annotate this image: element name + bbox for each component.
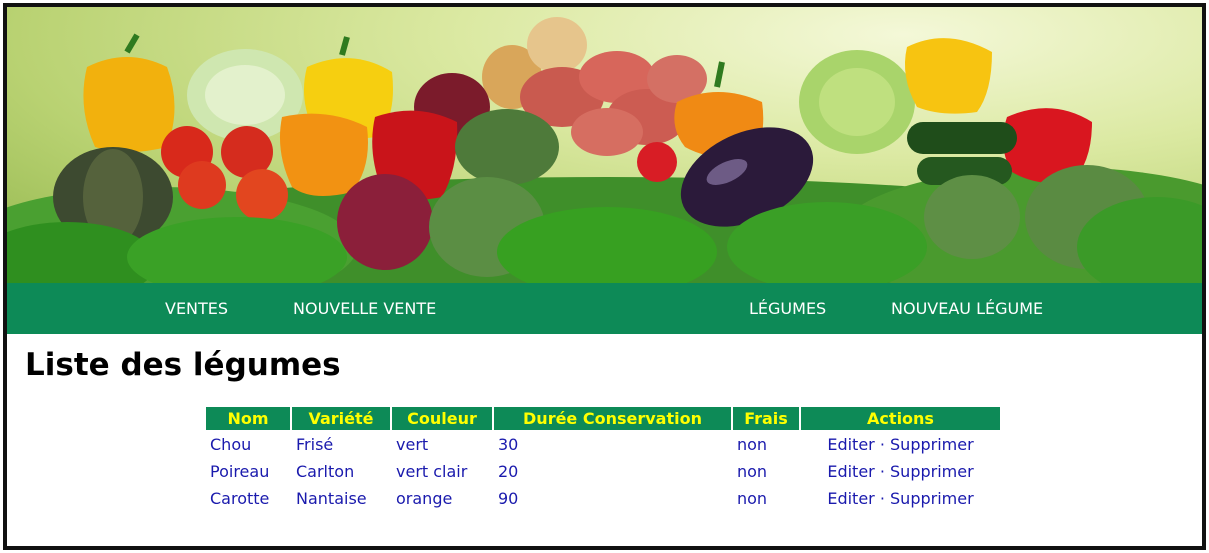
column-header-actions: Actions — [801, 407, 1000, 430]
vegetables-banner-svg — [7, 17, 1202, 283]
cell-duree: 20 — [498, 462, 519, 481]
table-row: Poireau Carlton vert clair 20 non Editer… — [206, 459, 1000, 484]
delete-link[interactable]: Supprimer — [890, 435, 974, 454]
cell-actions: Editer · Supprimer — [801, 459, 1000, 484]
table-header-row: Nom Variété Couleur Durée Conservation F… — [206, 407, 1000, 430]
delete-link[interactable]: Supprimer — [890, 489, 974, 508]
cell-actions: Editer · Supprimer — [801, 486, 1000, 511]
cell-frais: non — [737, 489, 768, 508]
column-header-couleur: Couleur — [392, 407, 492, 430]
cell-nom: Carotte — [210, 489, 270, 508]
table-row: Carotte Nantaise orange 90 non Editer · … — [206, 486, 1000, 511]
vegetables-banner-image — [7, 7, 1202, 283]
cell-variete: Nantaise — [296, 489, 367, 508]
column-header-frais: Frais — [733, 407, 799, 430]
cell-couleur: orange — [396, 489, 453, 508]
cell-frais: non — [737, 435, 768, 454]
column-header-duree-conservation: Durée Conservation — [494, 407, 731, 430]
nav-item-ventes[interactable]: VENTES — [165, 283, 228, 334]
cell-nom: Poireau — [210, 462, 270, 481]
cell-couleur: vert clair — [396, 462, 468, 481]
cell-duree: 90 — [498, 489, 519, 508]
edit-link[interactable]: Editer — [827, 462, 874, 481]
cell-variete: Carlton — [296, 462, 355, 481]
nav-item-legumes[interactable]: LÉGUMES — [749, 283, 826, 334]
cell-variete: Frisé — [296, 435, 334, 454]
page-frame: VENTES NOUVELLE VENTE LÉGUMES NOUVEAU LÉ… — [3, 3, 1206, 550]
cell-nom: Chou — [210, 435, 252, 454]
main-nav: VENTES NOUVELLE VENTE LÉGUMES NOUVEAU LÉ… — [7, 283, 1202, 334]
edit-link[interactable]: Editer — [827, 489, 874, 508]
cell-actions: Editer · Supprimer — [801, 432, 1000, 457]
table-row: Chou Frisé vert 30 non Editer · Supprime… — [206, 432, 1000, 457]
nav-item-nouveau-legume[interactable]: NOUVEAU LÉGUME — [891, 283, 1043, 334]
delete-link[interactable]: Supprimer — [890, 462, 974, 481]
nav-item-nouvelle-vente[interactable]: NOUVELLE VENTE — [293, 283, 436, 334]
column-header-variete: Variété — [292, 407, 390, 430]
action-separator: · — [879, 489, 885, 508]
column-header-nom: Nom — [206, 407, 290, 430]
vegetables-table: Nom Variété Couleur Durée Conservation F… — [204, 405, 1002, 513]
page-title: Liste des légumes — [25, 347, 341, 383]
cell-frais: non — [737, 462, 768, 481]
action-separator: · — [879, 462, 885, 481]
cell-couleur: vert — [396, 435, 429, 454]
cell-duree: 30 — [498, 435, 519, 454]
action-separator: · — [879, 435, 885, 454]
edit-link[interactable]: Editer — [827, 435, 874, 454]
